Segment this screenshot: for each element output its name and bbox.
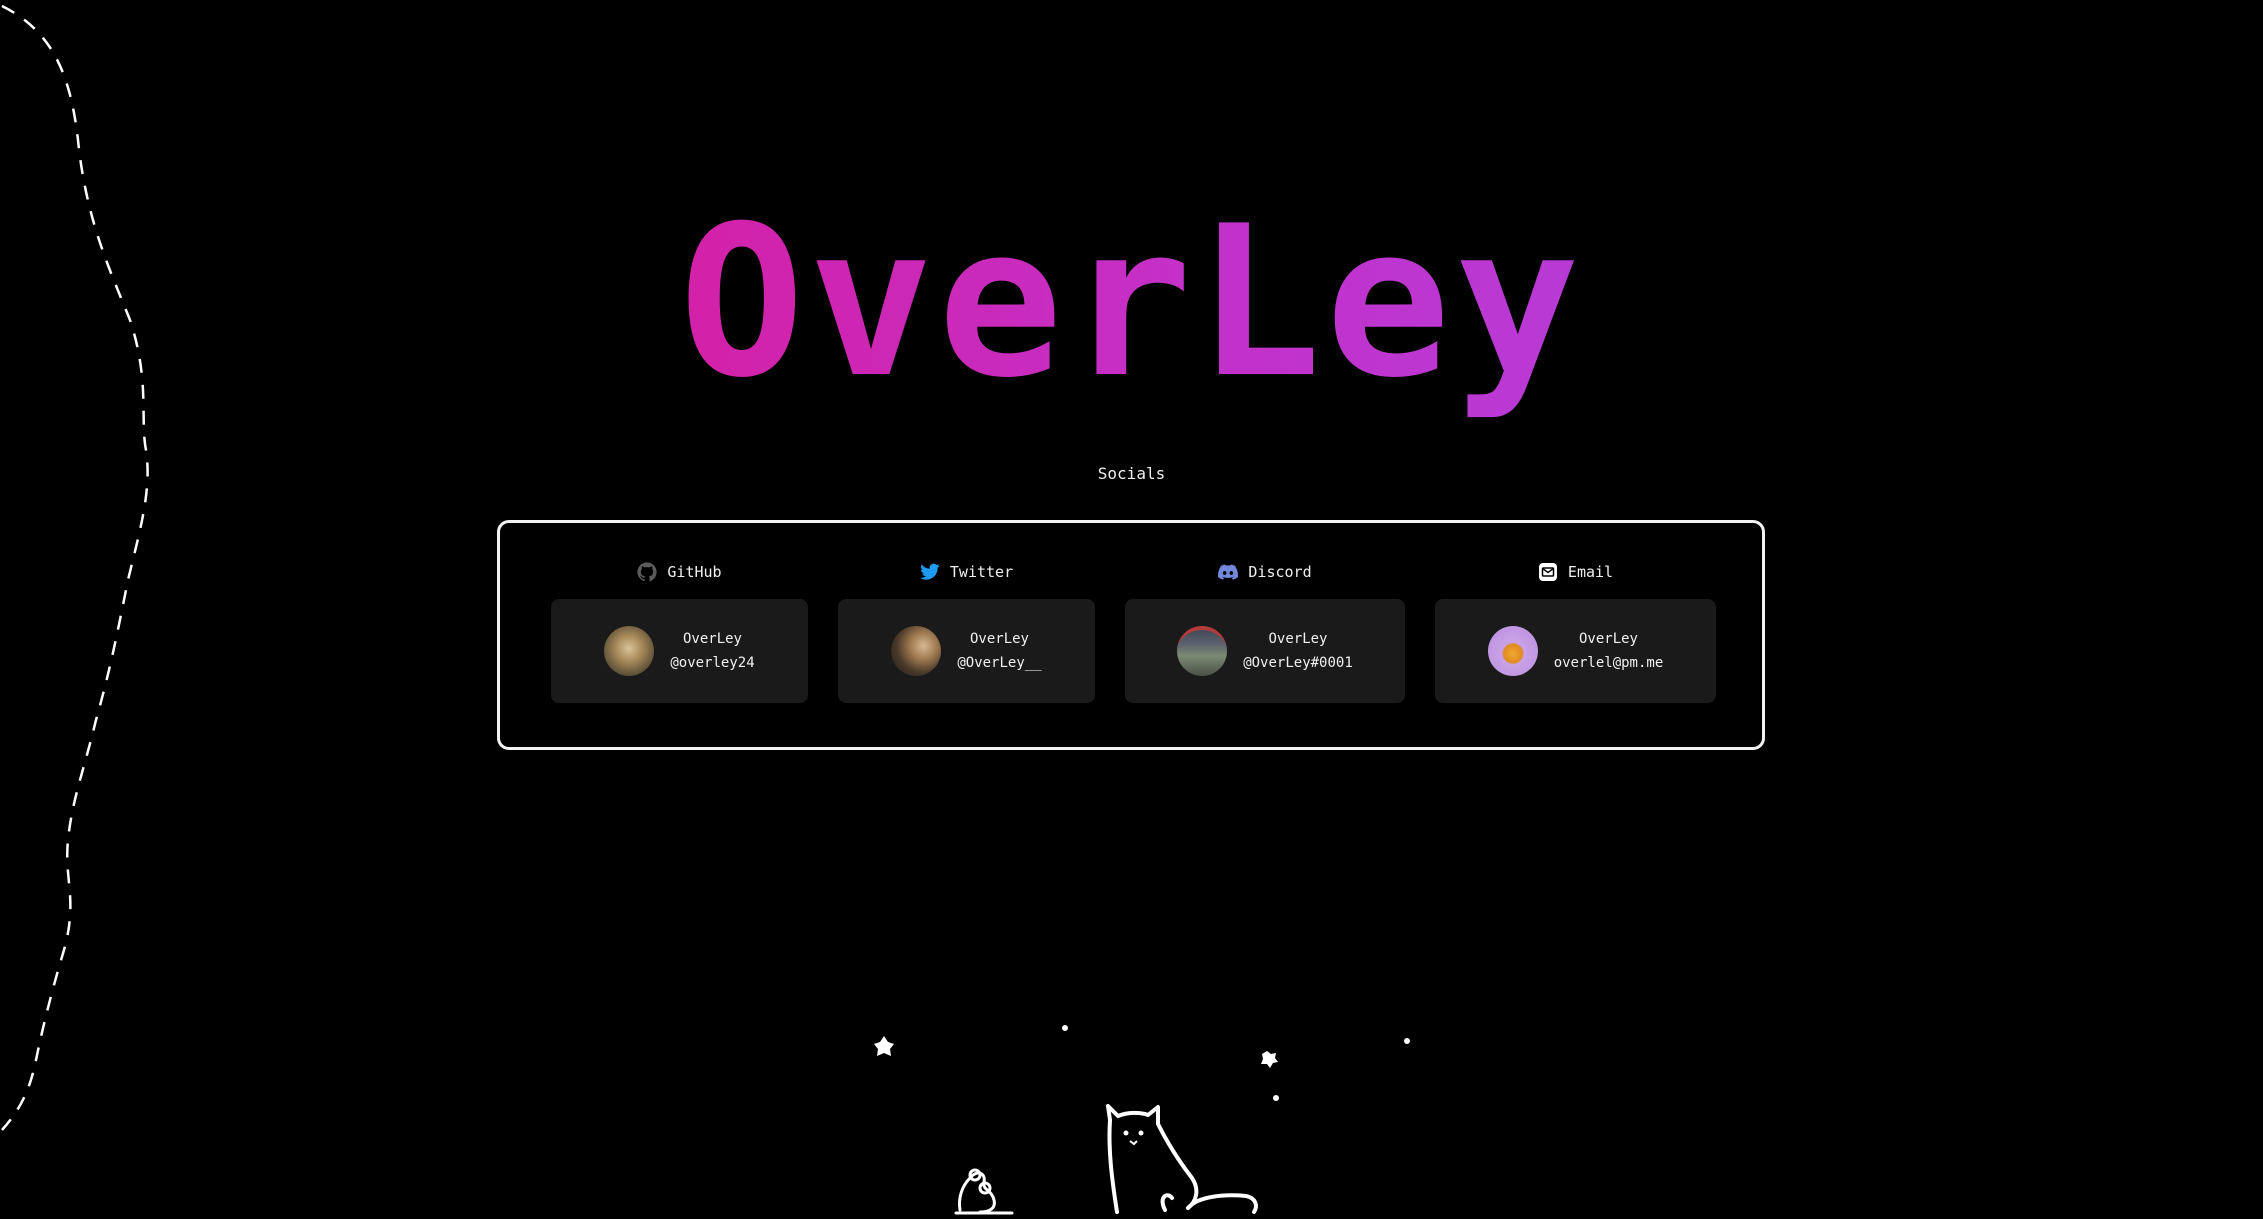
page: OverLey Socials GitHub OverLey @overley2… (0, 0, 2263, 1219)
cat-icon (1106, 1104, 1258, 1214)
cat-eye (1138, 1130, 1144, 1136)
star-icon (874, 1036, 894, 1056)
cat-eye (1123, 1130, 1129, 1136)
star-icon (1261, 1051, 1278, 1068)
star-icon (1273, 1095, 1279, 1101)
mouse-icon (954, 1168, 1014, 1215)
star-icon (1404, 1038, 1410, 1044)
star-icon (1062, 1025, 1068, 1031)
decorative-scene (874, 1025, 1410, 1215)
cat-nose (1129, 1140, 1138, 1146)
